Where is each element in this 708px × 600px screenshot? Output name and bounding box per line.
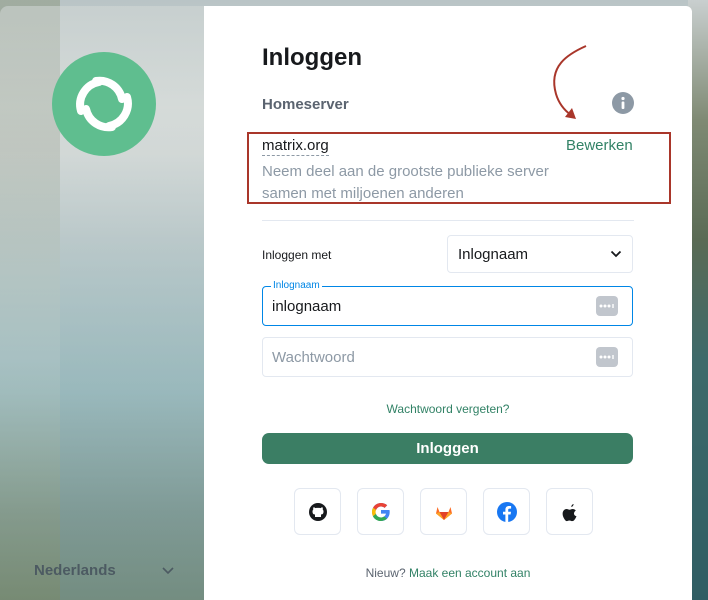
apple-icon (562, 503, 576, 521)
footer-prefix: Nieuw? (365, 566, 406, 580)
password-manager-icon[interactable] (596, 296, 618, 316)
apple-login-button[interactable] (546, 488, 593, 535)
username-field[interactable]: Inlognaam inlognaam (262, 280, 633, 326)
google-icon (371, 502, 390, 521)
language-selector[interactable]: Nederlands (34, 562, 174, 579)
chevron-down-icon (610, 250, 622, 258)
info-icon[interactable] (612, 92, 634, 114)
annotation-arrow (553, 45, 587, 119)
homeserver-name: matrix.org (262, 137, 329, 156)
username-value: inlognaam (272, 297, 342, 315)
login-method-value: Inlognaam (458, 245, 529, 263)
login-panel: Inloggen Homeserver matrix.org Bewerken … (204, 6, 692, 600)
login-button[interactable]: Inloggen (262, 433, 633, 464)
gitlab-login-button[interactable] (420, 488, 467, 535)
login-with-label: Inloggen met (262, 248, 332, 262)
password-placeholder: Wachtwoord (272, 348, 355, 366)
homeserver-edit-link[interactable]: Bewerken (566, 137, 633, 154)
sidebar: Nederlands (0, 6, 204, 600)
footer: Nieuw? Maak een account aan (204, 566, 692, 580)
github-icon (308, 502, 327, 521)
username-legend: Inlognaam (271, 280, 322, 291)
password-manager-icon[interactable] (596, 347, 618, 367)
chevron-down-icon (162, 566, 174, 574)
google-login-button[interactable] (357, 488, 404, 535)
element-logo (52, 52, 156, 156)
login-method-select[interactable]: Inlognaam (447, 235, 633, 273)
divider (262, 220, 634, 221)
homeserver-description: Neem deel aan de grootste publieke serve… (262, 163, 549, 202)
language-label: Nederlands (34, 562, 116, 579)
forgot-password-link[interactable]: Wachtwoord vergeten? (204, 402, 692, 416)
github-login-button[interactable] (294, 488, 341, 535)
element-logo-icon (76, 76, 132, 132)
password-field[interactable]: Wachtwoord (262, 337, 633, 377)
sso-buttons (294, 488, 593, 535)
page-title: Inloggen (262, 44, 362, 71)
facebook-login-button[interactable] (483, 488, 530, 535)
homeserver-label: Homeserver (262, 96, 349, 113)
facebook-icon (496, 501, 517, 522)
create-account-link[interactable]: Maak een account aan (409, 566, 530, 580)
gitlab-icon (435, 506, 452, 520)
